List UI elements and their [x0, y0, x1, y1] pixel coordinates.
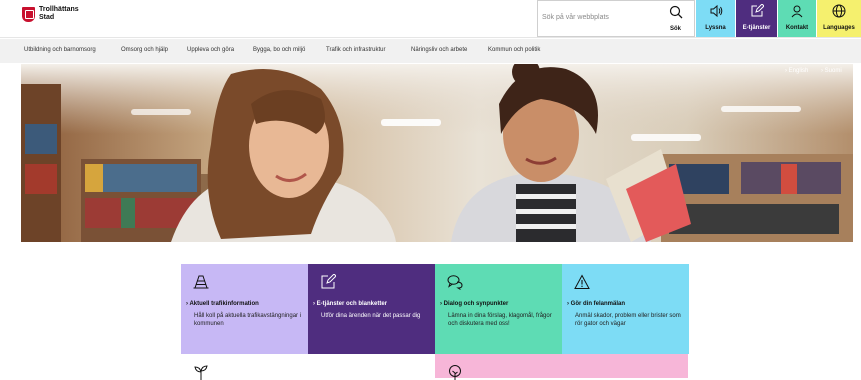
search-icon[interactable]	[669, 5, 683, 19]
contact-button[interactable]: Kontakt	[778, 0, 816, 37]
card-traffic-info-title: › Aktuell trafikinformation	[186, 301, 259, 307]
card-report-fault-desc: Anmäl skador, problem eller brister som …	[575, 313, 681, 327]
nav-item-bygga[interactable]: Bygga, bo och miljö	[253, 47, 305, 53]
edit-icon	[751, 4, 764, 17]
card-report-fault[interactable]: › Gör din felanmälan Anmäl skador, probl…	[562, 264, 689, 354]
globe-icon	[832, 4, 846, 18]
card-title-text: Dialog och synpunkter	[443, 301, 509, 307]
listen-button[interactable]: Lyssna	[696, 0, 735, 37]
card-traffic-info[interactable]: › Aktuell trafikinformation Håll koll på…	[181, 264, 308, 354]
card-eservices[interactable]: › E-tjänster och blanketter Utför dina ä…	[308, 264, 435, 354]
language-link-english[interactable]: › English	[785, 68, 808, 74]
nav-item-utbildning[interactable]: Utbildning och barnomsorg	[24, 47, 96, 53]
main-navigation: Utbildning och barnomsorg Omsorg och hjä…	[0, 39, 861, 63]
card-dialog[interactable]: › Dialog och synpunkter Lämna in dina fö…	[435, 264, 562, 354]
logo-line-1: Trollhättans	[39, 6, 79, 13]
search-input[interactable]: Sök på vår webbplats	[542, 14, 609, 21]
language-link-english-label: English	[788, 68, 809, 74]
logo-line-2: Stad	[39, 14, 55, 21]
card-eservices-title: › E-tjänster och blanketter	[313, 301, 388, 307]
card-eservices-desc: Utför dina ärenden när det passar dig	[321, 313, 421, 319]
card-row2-right[interactable]	[435, 354, 688, 380]
person-icon	[791, 5, 803, 18]
speaker-icon	[710, 4, 722, 18]
card-dialog-desc: Lämna in dina förslag, klagomål, frågor …	[448, 313, 552, 327]
languages-button[interactable]: Languages	[817, 0, 861, 37]
card-row2-left[interactable]	[181, 354, 435, 380]
site-logo[interactable]: Trollhättans Stad	[22, 6, 79, 22]
edit-icon	[321, 274, 336, 289]
nav-item-kommun[interactable]: Kommun och politik	[488, 47, 540, 53]
card-title-text: E-tjänster och blanketter	[316, 301, 388, 307]
card-title-text: Aktuell trafikinformation	[189, 301, 259, 307]
card-title-text: Gör din felanmälan	[570, 301, 626, 307]
languages-label: Languages	[823, 25, 855, 31]
eservices-button[interactable]: E-tjänster	[736, 0, 777, 37]
chat-bubbles-icon	[447, 275, 463, 290]
search-box[interactable]: Sök på vår webbplats Sök	[537, 0, 695, 37]
nav-item-trafik[interactable]: Trafik och infrastruktur	[326, 47, 385, 53]
coat-of-arms-icon	[22, 7, 35, 22]
listen-label: Lyssna	[705, 25, 726, 31]
card-dialog-title: › Dialog och synpunkter	[440, 301, 509, 307]
language-link-suomi[interactable]: › Suomi	[821, 68, 842, 74]
card-traffic-info-desc: Håll koll på aktuella trafikavstängninga…	[194, 313, 302, 327]
language-link-suomi-label: Suomi	[824, 68, 842, 74]
nav-item-omsorg[interactable]: Omsorg och hjälp	[121, 47, 168, 53]
card-report-fault-title: › Gör din felanmälan	[567, 301, 626, 307]
warning-icon	[574, 274, 590, 289]
eservices-label: E-tjänster	[742, 25, 771, 31]
nav-item-naringsliv[interactable]: Näringsliv och arbete	[411, 47, 467, 53]
contact-label: Kontakt	[785, 25, 809, 31]
hero-photo-library-students	[21, 64, 853, 242]
nav-item-uppleva[interactable]: Uppleva och göra	[187, 47, 234, 53]
search-button-label[interactable]: Sök	[670, 26, 681, 32]
top-bar: Trollhättans Stad Sök på vår webbplats S…	[0, 0, 861, 38]
traffic-cone-icon	[193, 275, 209, 289]
hero-image	[21, 64, 853, 242]
